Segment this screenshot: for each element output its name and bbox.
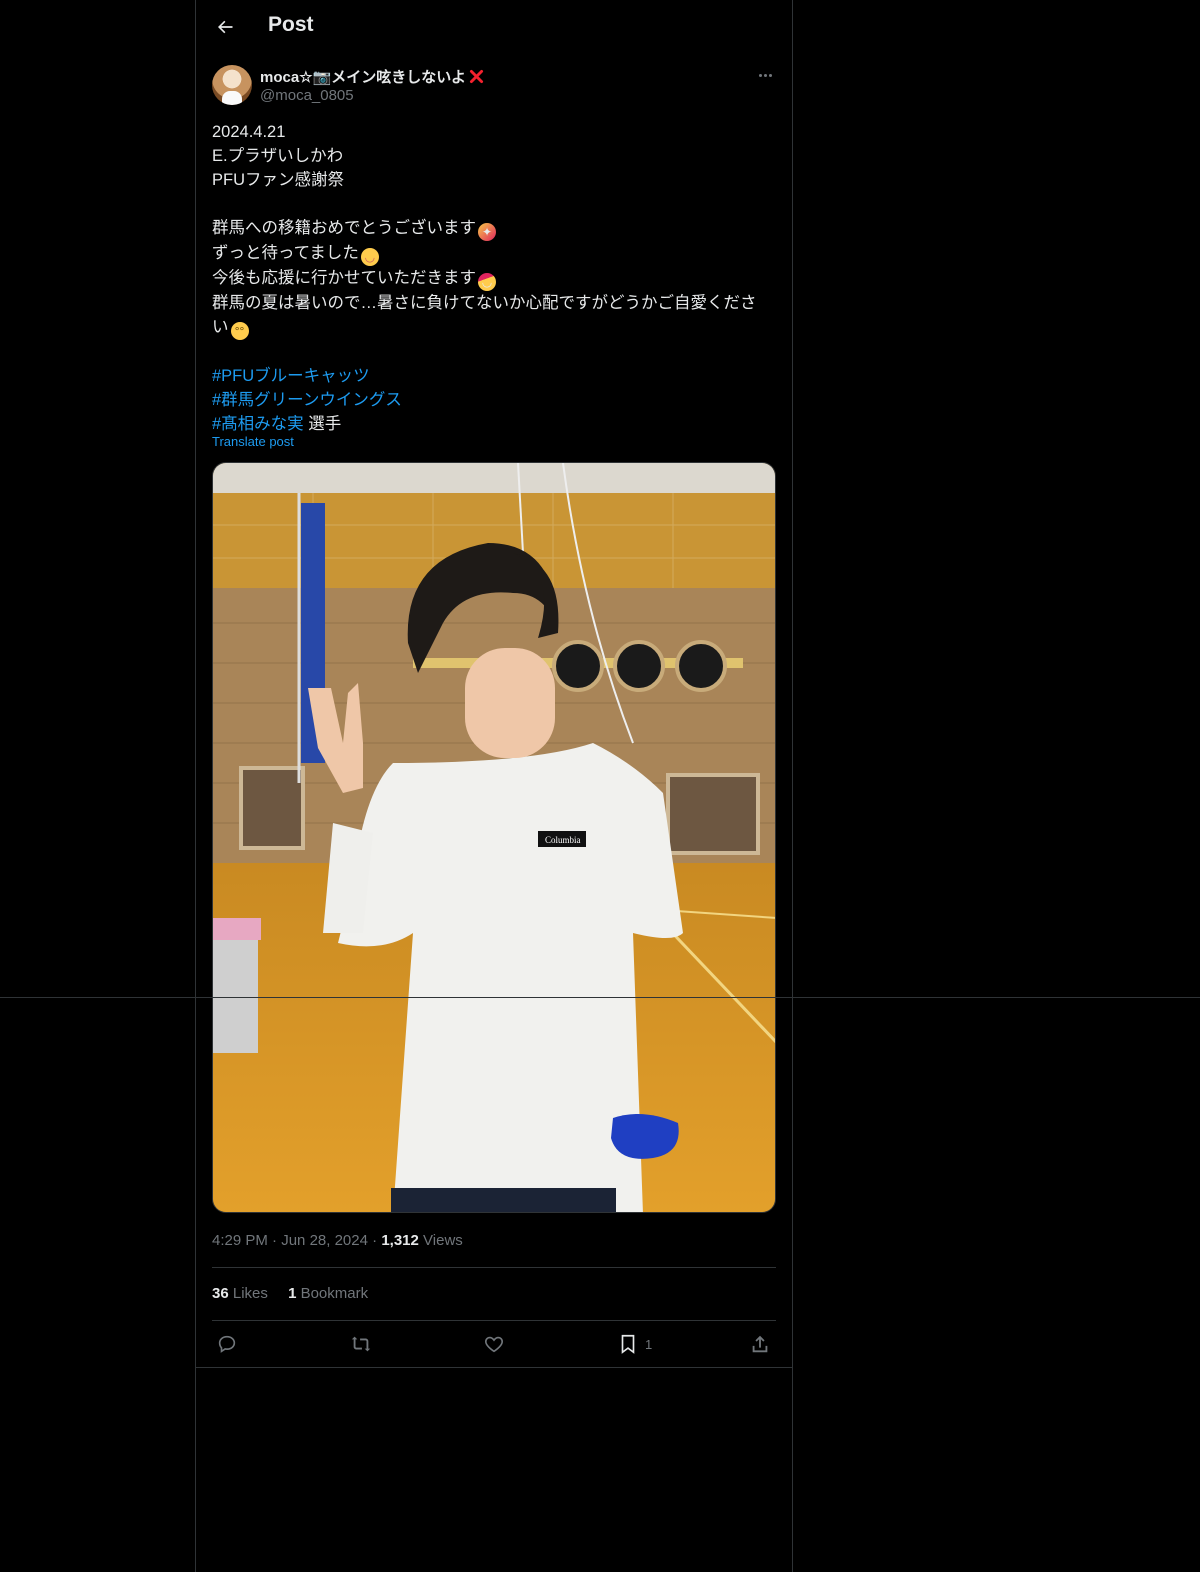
bookmarks-label: Bookmark	[300, 1285, 369, 1302]
meta-separator: ·	[372, 1232, 378, 1249]
post-photo[interactable]: Columbia	[212, 462, 776, 1213]
author-name-row[interactable]: moca☆📷メイン呟きしないよ	[260, 66, 485, 87]
divider	[212, 1267, 776, 1268]
meta-separator: ·	[272, 1232, 278, 1249]
bookmarks-count: 1	[288, 1285, 297, 1302]
text-line: 群馬の夏は暑いので…暑さに負けてないか心配ですがどうかご自愛くださ	[212, 294, 757, 312]
views-count: 1,312	[381, 1232, 419, 1249]
views-label: Views	[423, 1232, 463, 1249]
author-handle[interactable]: @moca_0805	[260, 87, 354, 104]
pleading-face-icon: °°	[230, 322, 249, 340]
repost-button[interactable]	[349, 1330, 373, 1358]
horizontal-divider	[0, 997, 1200, 998]
post-header: Post	[196, 0, 792, 54]
bookmark-icon	[621, 1334, 635, 1354]
like-button[interactable]	[483, 1330, 505, 1358]
text-line: PFUファン感謝祭	[212, 171, 344, 189]
post-date[interactable]: Jun 28, 2024	[281, 1232, 368, 1249]
text-line: 群馬への移籍おめでとうございます	[212, 219, 476, 237]
photo-image: Columbia	[213, 463, 775, 1212]
partying-face-icon: ◡	[478, 273, 496, 291]
hashtag-link[interactable]: #髙相みな実	[212, 415, 304, 433]
likes-stat[interactable]: 36 Likes	[212, 1285, 268, 1302]
svg-text:Columbia: Columbia	[545, 835, 581, 845]
post-meta: 4:29 PM · Jun 28, 2024 · 1,312 Views	[212, 1232, 463, 1249]
post-text: 2024.4.21 E.プラザいしかわ PFUファン感謝祭 群馬への移籍おめでと…	[212, 120, 778, 436]
party-popper-icon: ✦	[478, 223, 496, 241]
share-button[interactable]	[749, 1330, 771, 1358]
cross-mark-icon	[469, 69, 484, 84]
hashtag-link[interactable]: #群馬グリーンウイングス	[212, 391, 402, 409]
author-display-name: moca☆📷メイン呟きしないよ	[260, 69, 467, 86]
text-line: ずっと待ってました	[212, 244, 359, 262]
page-title: Post	[268, 13, 314, 36]
avatar[interactable]	[212, 65, 252, 105]
back-button[interactable]	[210, 12, 240, 42]
hashtag-link[interactable]: #PFUブルーキャッツ	[212, 367, 370, 385]
arrow-left-icon	[218, 20, 233, 34]
more-dots-icon	[758, 73, 772, 77]
bookmarks-stat[interactable]: 1 Bookmark	[288, 1285, 368, 1302]
smiling-blush-icon: ◡	[360, 248, 379, 266]
heart-icon	[484, 1336, 504, 1353]
text-line: い	[212, 318, 229, 336]
bookmark-count: 1	[645, 1336, 653, 1352]
likes-count: 36	[212, 1285, 229, 1302]
divider	[212, 1320, 776, 1321]
divider	[196, 1367, 792, 1368]
translate-post-link[interactable]: Translate post	[212, 434, 294, 449]
hashtag-suffix: 選手	[303, 415, 342, 433]
text-line: 2024.4.21	[212, 123, 286, 141]
bookmark-button[interactable]: 1	[617, 1330, 652, 1358]
text-line: E.プラザいしかわ	[212, 147, 344, 165]
reply-button[interactable]	[216, 1330, 238, 1358]
post-column: Post moca☆📷メイン呟きしないよ @moca_0805 2024.4.2…	[195, 0, 793, 1572]
post-stats: 36 Likes 1 Bookmark	[212, 1285, 384, 1302]
more-options-button[interactable]	[752, 64, 778, 86]
likes-label: Likes	[232, 1285, 268, 1302]
share-icon	[752, 1335, 768, 1353]
action-bar: 1	[196, 1330, 792, 1358]
post-time[interactable]: 4:29 PM	[212, 1232, 268, 1249]
text-line: 今後も応援に行かせていただきます	[212, 269, 476, 287]
repost-icon	[351, 1336, 371, 1352]
reply-icon	[218, 1335, 236, 1353]
